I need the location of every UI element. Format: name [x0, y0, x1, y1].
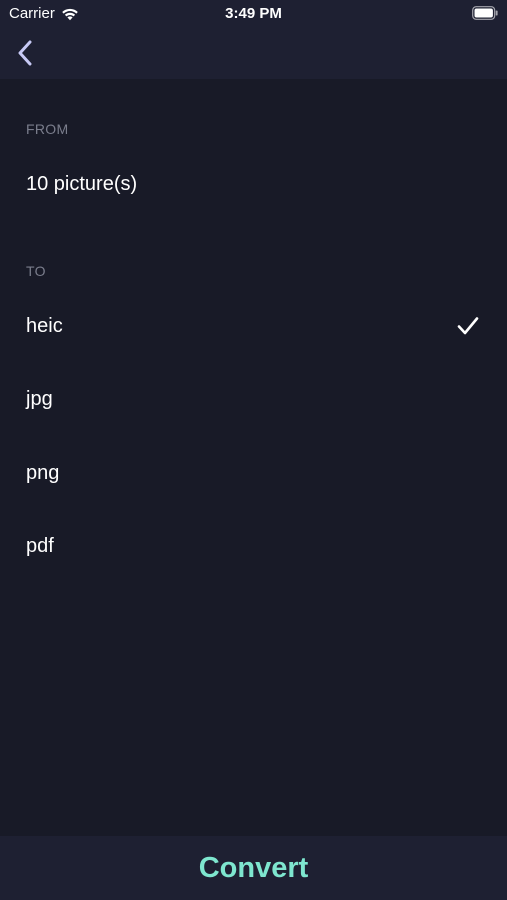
from-value-row: 10 picture(s) [0, 156, 507, 212]
from-section-header: FROM [26, 121, 69, 137]
top-bar: Carrier 3:49 PM [0, 0, 507, 79]
format-option-png[interactable]: png [0, 445, 507, 501]
chevron-left-icon [18, 40, 32, 66]
convert-button[interactable]: Convert [0, 836, 507, 900]
back-button[interactable] [10, 34, 40, 72]
checkmark-icon [457, 317, 479, 335]
from-value-label: 10 picture(s) [26, 172, 138, 195]
to-section-header: TO [26, 263, 46, 279]
format-option-label: pdf [26, 534, 54, 557]
format-option-label: png [26, 461, 60, 484]
convert-button-label: Convert [198, 851, 309, 884]
format-option-label: heic [26, 314, 63, 337]
status-bar: Carrier 3:49 PM [0, 0, 507, 28]
battery-icon [472, 6, 498, 20]
status-time: 3:49 PM [225, 5, 282, 22]
format-option-jpg[interactable]: jpg [0, 371, 507, 427]
screen: Carrier 3:49 PM FROM 10 picture(s) TO he… [0, 0, 507, 900]
navigation-bar [0, 30, 507, 76]
format-option-pdf[interactable]: pdf [0, 518, 507, 574]
format-option-label: jpg [26, 387, 53, 410]
format-option-heic[interactable]: heic [0, 298, 507, 354]
